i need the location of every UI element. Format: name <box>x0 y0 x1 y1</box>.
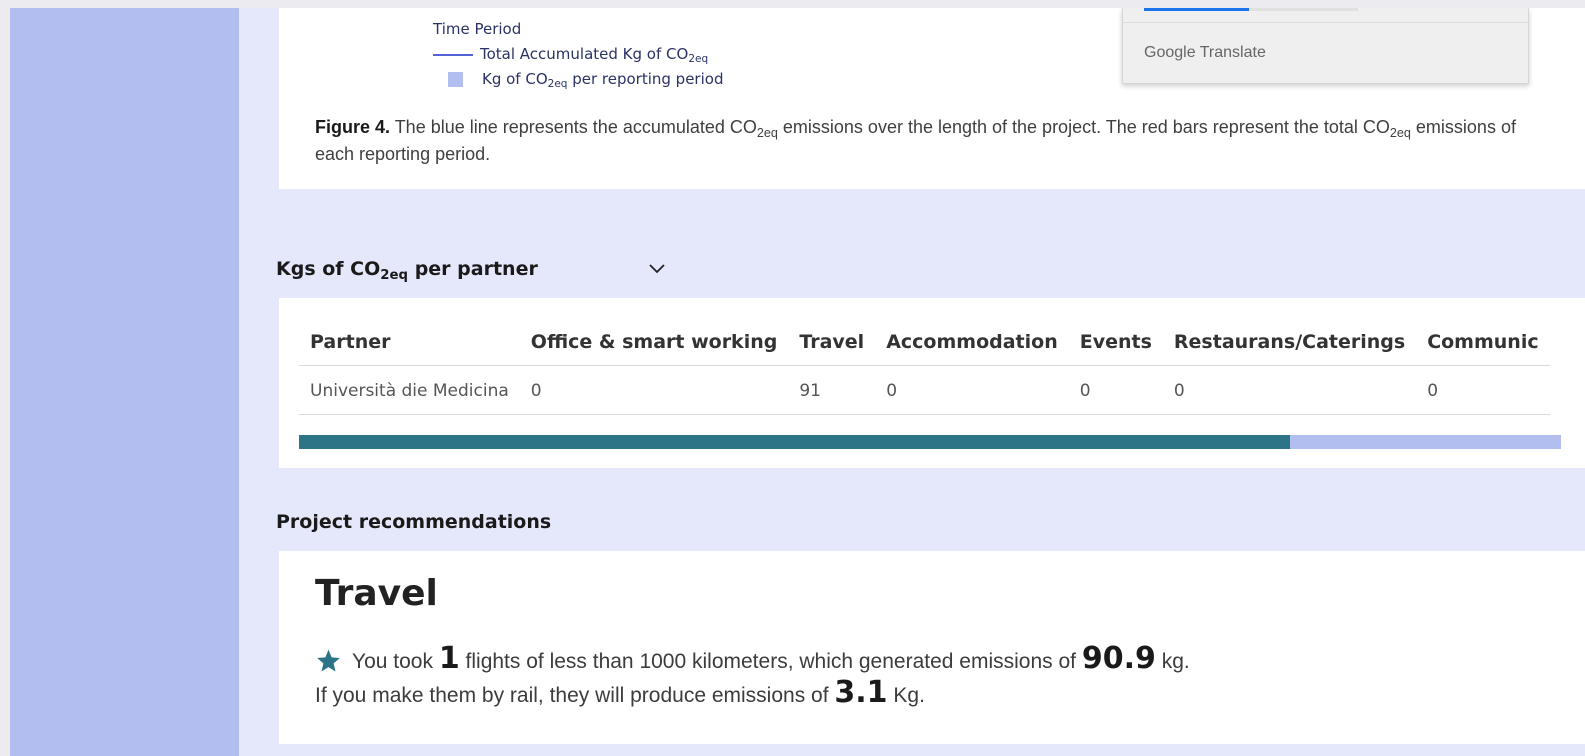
column-header-accommodation: Accommodation <box>875 316 1069 366</box>
figure-caption: Figure 4. The blue line represents the a… <box>315 114 1545 168</box>
recommendations-heading: Project recommendations <box>276 511 552 533</box>
table-cell-accommodation: 0 <box>875 365 1069 415</box>
google-translate-popup: Google Translate <box>1122 8 1529 84</box>
table-cell-partner: Università die Medicina <box>299 365 520 415</box>
partner-heading-sub: 2eq <box>380 267 409 283</box>
google-translate-divider <box>1123 22 1528 23</box>
table-row: Università die Medicina 0 91 0 0 0 0 <box>299 365 1550 415</box>
legend-line-label: Total Accumulated Kg of CO <box>480 45 689 63</box>
line1-text-c: kg. <box>1155 650 1190 673</box>
table-cell-office: 0 <box>519 365 789 415</box>
left-gutter <box>0 8 10 756</box>
partner-heading-prefix: Kgs of CO <box>276 258 381 280</box>
column-header-restaurants: Restaurans/Caterings <box>1162 316 1417 366</box>
line2-text-a: If you make them by rail, they will prod… <box>315 684 835 707</box>
legend-bar-label: Kg of CO <box>482 70 548 88</box>
partner-heading-suffix: per partner <box>408 258 538 280</box>
partner-table-scroll[interactable]: Partner Office & smart working Travel Ac… <box>299 316 1571 415</box>
legend-item-line[interactable]: Total Accumulated Kg of CO2eq <box>433 45 709 66</box>
top-strip <box>0 0 1585 8</box>
scrollbar-thumb[interactable] <box>299 435 1290 449</box>
column-header-partner: Partner <box>299 316 520 366</box>
chevron-down-icon[interactable] <box>647 259 667 279</box>
caption-figure-number: Figure 4. <box>315 117 391 137</box>
main-content: Time Period Total Accumulated Kg of CO2e… <box>239 8 1585 756</box>
caption-sub-1: 2eq <box>756 125 778 140</box>
caption-text-1: The blue line represents the accumulated… <box>390 117 757 137</box>
recommendation-card: Travel You took 1 flights of less than 1… <box>279 551 1585 744</box>
column-header-events: Events <box>1068 316 1163 366</box>
google-translate-active-tab[interactable] <box>1144 8 1249 11</box>
figure-card: Time Period Total Accumulated Kg of CO2e… <box>279 8 1585 189</box>
partner-table: Partner Office & smart working Travel Ac… <box>299 316 1550 415</box>
sidebar <box>10 8 239 756</box>
flight-emissions-value: 90.9 <box>1081 641 1156 676</box>
caption-text-2: emissions over the length of the project… <box>777 117 1390 137</box>
line1-text-a: You took <box>352 650 439 673</box>
recommendation-title: Travel <box>315 573 438 614</box>
column-header-communication: Communic <box>1416 316 1550 366</box>
legend-bar-label-sub: 2eq <box>547 78 568 91</box>
legend-bar-label-suffix: per reporting period <box>567 70 724 88</box>
legend-item-bar[interactable]: Kg of CO2eq per reporting period <box>433 70 724 91</box>
star-icon <box>317 649 340 672</box>
table-cell-events: 0 <box>1068 365 1163 415</box>
legend-bar-swatch <box>448 72 463 87</box>
horizontal-scrollbar[interactable] <box>299 435 1561 449</box>
partner-section-heading: Kgs of CO2eq per partner <box>276 258 538 283</box>
legend-line-swatch <box>433 53 473 56</box>
table-header-row: Partner Office & smart working Travel Ac… <box>299 316 1550 366</box>
table-cell-travel: 91 <box>788 365 876 415</box>
flight-count: 1 <box>438 641 460 676</box>
google-translate-tabs[interactable] <box>1144 8 1358 11</box>
rail-emissions-value: 3.1 <box>834 675 888 710</box>
legend-line-label-sub: 2eq <box>688 53 709 66</box>
line2-text-b: Kg. <box>887 684 925 707</box>
legend-title: Time Period <box>433 20 522 38</box>
table-cell-communication: 0 <box>1416 365 1550 415</box>
column-header-travel: Travel <box>788 316 876 366</box>
line1-text-b: flights of less than 1000 kilometers, wh… <box>459 650 1082 673</box>
recommendation-line-1: You took 1 flights of less than 1000 kil… <box>315 641 1190 676</box>
table-cell-restaurants: 0 <box>1162 365 1417 415</box>
column-header-office: Office & smart working <box>519 316 789 366</box>
google-translate-brand[interactable]: Google Translate <box>1144 44 1266 62</box>
caption-sub-2: 2eq <box>1389 125 1411 140</box>
recommendation-line-2: If you make them by rail, they will prod… <box>315 675 925 710</box>
partner-table-card: Partner Office & smart working Travel Ac… <box>279 298 1585 468</box>
